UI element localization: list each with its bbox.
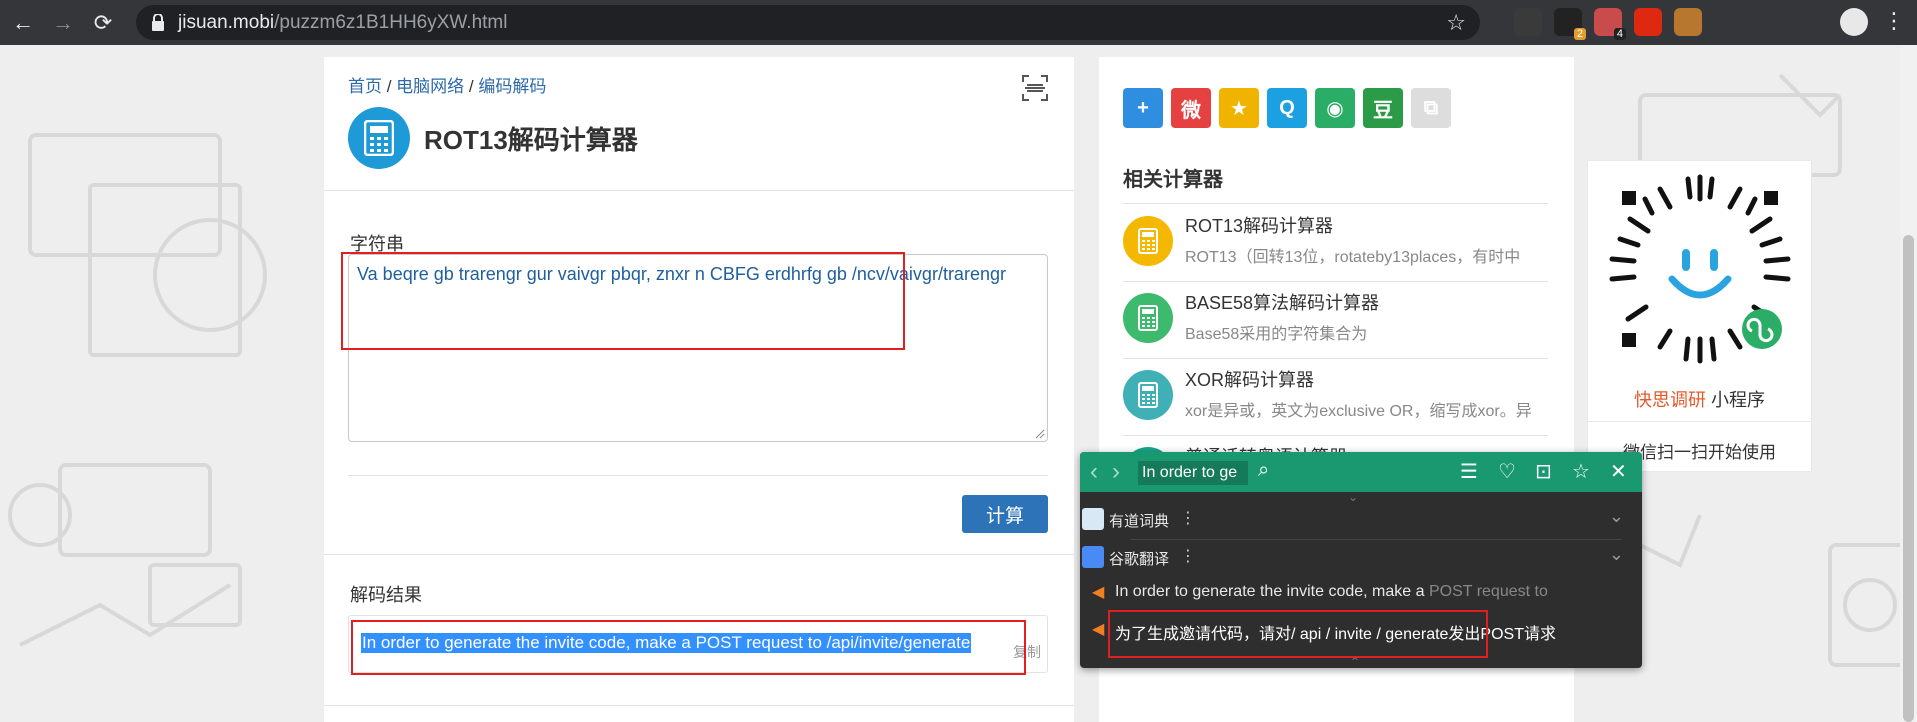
popup-close-icon[interactable]: ✕ [1610, 459, 1627, 484]
popup-menu-icon[interactable]: ☰ [1460, 459, 1478, 484]
url-path: /puzzm6z1B1HH6yXW.html [274, 11, 508, 33]
divider [324, 190, 1074, 191]
share-qzone-icon[interactable]: ★ [1219, 88, 1259, 128]
popup-bookmark-icon[interactable]: ⊡ [1535, 459, 1552, 484]
engine-name: 谷歌翻译 [1109, 551, 1170, 568]
breadcrumb-subcategory[interactable]: 编码解码 [478, 77, 546, 96]
resize-grip-icon[interactable] [1035, 429, 1045, 439]
scrollbar-thumb[interactable] [1903, 235, 1914, 722]
share-qq-icon[interactable]: Q [1267, 88, 1307, 128]
breadcrumb-separator: / [382, 77, 397, 96]
share-bar: + 微 ★ Q ◉ 豆 ⧉ [1123, 88, 1451, 128]
profile-avatar[interactable] [1840, 8, 1868, 36]
glasses-ext-icon[interactable] [1754, 8, 1782, 36]
engine-name: 有道词典 [1109, 513, 1170, 530]
extension-badge: 4 [1613, 28, 1626, 40]
engine-google[interactable]: 谷歌翻译 ⋮ ⌄ [1080, 542, 1642, 572]
extensions-bar: 24 [1514, 8, 1822, 40]
speaker-icon[interactable]: ◀ [1092, 619, 1104, 639]
divider [324, 705, 1074, 706]
related-item[interactable]: ROT13解码计算器 ROT13（回转13位，rotateby13places，有… [1123, 204, 1548, 280]
related-item-desc: ROT13（回转13位，rotateby13places，有时中 [1185, 249, 1521, 266]
calculator-icon [1123, 293, 1173, 343]
speaker-icon[interactable]: ◀ [1092, 582, 1104, 602]
popup-search-icon[interactable]: ⌕ [1258, 459, 1269, 482]
chevron-down-icon[interactable]: ⌄ [1609, 544, 1624, 565]
calculator-icon [348, 107, 410, 169]
calculate-button[interactable]: 计算 [962, 495, 1048, 533]
popup-back-icon[interactable]: ‹ [1090, 458, 1098, 486]
share-copy-icon[interactable]: ⧉ [1411, 88, 1451, 128]
popup-source-text: In order to generate the invite code, ma… [1115, 583, 1563, 601]
engine-youdao[interactable]: 有道词典 ⋮ ⌄ [1080, 504, 1642, 534]
result-label: 解码结果 [350, 585, 422, 605]
dark-ext-icon[interactable] [1514, 8, 1542, 36]
scan-icon[interactable] [1021, 74, 1049, 102]
breadcrumb-home[interactable]: 首页 [348, 77, 382, 96]
mini-program-qr-icon [1609, 174, 1791, 364]
cookie-ext-icon[interactable] [1674, 8, 1702, 36]
popup-query-input[interactable]: In order to ge [1138, 461, 1248, 485]
pin-ext-icon[interactable] [1714, 8, 1742, 36]
calculator-icon [1123, 370, 1173, 420]
highlight-box-result [351, 620, 1026, 675]
related-item[interactable]: BASE58算法解码计算器 Base58采用的字符集合为 [1123, 281, 1548, 357]
source-text-main: In order to generate the invite code, ma… [1115, 583, 1429, 600]
lock-icon [152, 13, 164, 31]
flag-ext-icon[interactable] [1634, 8, 1662, 36]
calculator-icon [1123, 216, 1173, 266]
forward-button[interactable]: → [46, 6, 80, 40]
puzzle-ext-icon[interactable] [1794, 8, 1822, 36]
breadcrumb: 首页 / 电脑网络 / 编码解码 [348, 72, 546, 97]
related-item[interactable]: XOR解码计算器 xor是异或，英文为exclusive OR，缩写成xor。异 [1123, 358, 1548, 434]
google-translate-icon [1082, 546, 1104, 568]
popup-collapse-icon[interactable]: ⌄ [1348, 490, 1358, 504]
qr-label-suffix: 小程序 [1705, 390, 1765, 410]
share-wechat-icon[interactable]: ◉ [1315, 88, 1355, 128]
chevron-down-icon[interactable]: ⌄ [1609, 506, 1624, 527]
related-item-title: BASE58算法解码计算器 [1185, 293, 1380, 313]
related-item-desc: xor是异或，英文为exclusive OR，缩写成xor。异 [1185, 403, 1532, 420]
popup-favorite-icon[interactable]: ♡ [1498, 459, 1516, 484]
bookmark-star-icon[interactable]: ☆ [1446, 10, 1466, 36]
browser-toolbar: ← → ⟳ jisuan.mobi/puzzm6z1B1HH6yXW.html … [0, 0, 1917, 45]
divider [324, 554, 1074, 555]
translation-popup: ‹ › In order to ge ⌕ ☰ ♡ ⊡ ☆ ✕ ⌄ 有道词典 ⋮ … [1080, 452, 1642, 668]
related-item-desc: Base58采用的字符集合为 [1185, 326, 1368, 343]
address-bar[interactable]: jisuan.mobi/puzzm6z1B1HH6yXW.html ☆ [136, 5, 1480, 40]
qr-card: 快思调研 小程序 微信扫一扫开始使用 [1587, 160, 1812, 472]
breadcrumb-category[interactable]: 电脑网络 [396, 77, 464, 96]
related-heading: 相关计算器 [1123, 169, 1223, 191]
popup-pin-icon[interactable]: ☆ [1572, 459, 1590, 484]
extension-badge: 2 [1573, 28, 1586, 40]
engine-menu-icon[interactable]: ⋮ [1180, 508, 1196, 528]
browser-menu-icon[interactable]: ⋮ [1883, 8, 1905, 34]
popup-toolbar: ‹ › In order to ge ⌕ ☰ ♡ ⊡ ☆ ✕ [1080, 452, 1642, 492]
highlight-box-translation [1108, 610, 1488, 658]
url-host: jisuan.mobi [178, 11, 275, 33]
calculator-card: 首页 / 电脑网络 / 编码解码 ROT13解码计算器 字符串 Va beqre… [324, 57, 1074, 722]
divider [1130, 539, 1622, 540]
related-item-title: ROT13解码计算器 [1185, 216, 1334, 236]
share-plus-icon[interactable]: + [1123, 88, 1163, 128]
share-douban-icon[interactable]: 豆 [1363, 88, 1403, 128]
page-title: ROT13解码计算器 [424, 125, 638, 155]
reload-button[interactable]: ⟳ [86, 6, 120, 40]
breadcrumb-separator: / [464, 77, 479, 96]
share-weibo-icon[interactable]: 微 [1171, 88, 1211, 128]
engine-menu-icon[interactable]: ⋮ [1180, 546, 1196, 566]
related-item-title: XOR解码计算器 [1185, 370, 1315, 390]
source-text-faded: POST request to [1428, 583, 1548, 600]
record-ext-icon[interactable]: 2 [1554, 8, 1586, 40]
popup-forward-icon[interactable]: › [1112, 458, 1120, 486]
youdao-icon [1082, 508, 1104, 530]
paw-ext-icon[interactable]: 4 [1594, 8, 1626, 40]
divider [1588, 421, 1811, 422]
back-button[interactable]: ← [6, 6, 40, 40]
highlight-box-input [341, 252, 905, 350]
qr-label: 快思调研 小程序 [1588, 386, 1811, 412]
qr-label-brand: 快思调研 [1633, 390, 1706, 410]
page-scrollbar[interactable] [1900, 45, 1917, 722]
divider [348, 475, 1048, 476]
